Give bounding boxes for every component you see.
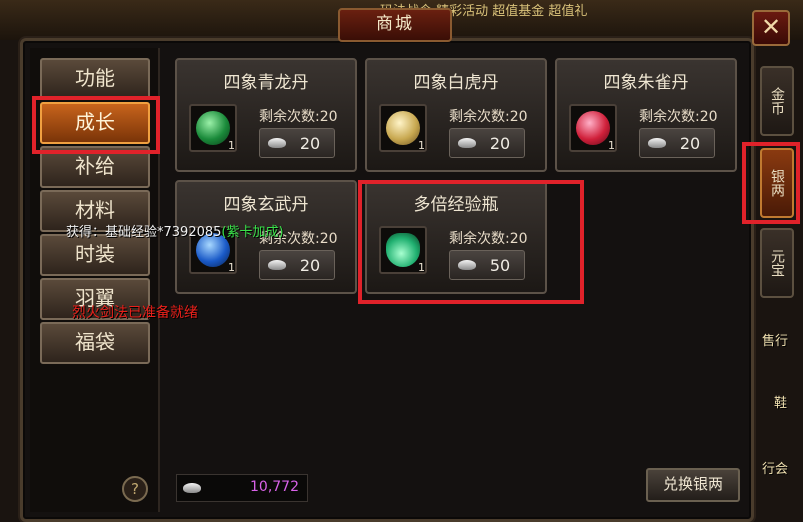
buy-button[interactable]: 20 [449,128,525,158]
currency-tab-gold[interactable]: 金币 [760,66,794,136]
item-card-vermilion-bird[interactable]: 四象朱雀丹 1 剩余次数:20 20 [555,58,737,172]
exp-gain-message: 获得：基础经验*7392085(紫卡加成) [66,221,284,240]
red-swirl-orb-icon [576,111,610,145]
silver-ingot-icon [268,260,286,270]
silver-ingot-icon [183,483,201,493]
category-button-function[interactable]: 功能 [40,58,150,100]
buy-button[interactable]: 20 [639,128,715,158]
item-quantity: 1 [228,139,235,152]
item-name: 四象青龙丹 [223,73,309,93]
item-quantity: 1 [608,139,615,152]
window-title: 商城 [338,8,452,42]
price-value: 20 [489,134,511,153]
silver-ingot-icon [648,138,666,148]
side-menu-sell[interactable]: 售行 [762,330,788,349]
side-menu-shoes[interactable]: 鞋 [774,392,787,411]
exp-gain-text: 获得：基础经验*7392085 [66,225,222,240]
buy-button[interactable]: 20 [259,128,335,158]
remaining-count: 剩余次数:20 [449,109,528,125]
item-quantity: 1 [418,139,425,152]
green-orb-icon [196,111,230,145]
side-menu-guild[interactable]: 行会 [762,458,788,477]
highlight-box-growth [32,96,160,154]
item-quantity: 1 [228,261,235,274]
item-card-white-tiger[interactable]: 四象白虎丹 1 剩余次数:20 20 [365,58,547,172]
exchange-silver-button[interactable]: 兑换银两 [646,468,740,502]
currency-tab-yuanbao[interactable]: 元宝 [760,228,794,298]
category-button-lucky-bag[interactable]: 福袋 [40,322,150,364]
silver-ingot-icon [268,138,286,148]
item-card-azure-dragon[interactable]: 四象青龙丹 1 剩余次数:20 20 [175,58,357,172]
item-slot[interactable]: 1 [569,104,617,152]
help-icon[interactable]: ? [122,476,148,502]
gold-tiger-orb-icon [386,111,420,145]
price-value: 20 [679,134,701,153]
price-value: 20 [299,256,321,275]
price-value: 20 [299,134,321,153]
remaining-count: 剩余次数:20 [259,109,338,125]
category-button-fashion[interactable]: 时装 [40,234,150,276]
close-button[interactable]: ✕ [752,10,790,46]
remaining-count: 剩余次数:20 [639,109,718,125]
balance-value: 10,772 [250,479,299,495]
skill-ready-message: 烈火剑法已准备就绪 [72,305,198,321]
silver-balance: 10,772 [176,474,308,502]
item-name: 四象玄武丹 [223,195,309,215]
item-name: 四象朱雀丹 [603,73,689,93]
highlight-box-silver-tab [742,142,800,224]
item-slot[interactable]: 1 [379,104,427,152]
highlight-box-exp-bottle [358,180,584,304]
item-name: 四象白虎丹 [413,73,499,93]
buy-button[interactable]: 20 [259,250,335,280]
purple-card-bonus-text: (紫卡加成) [221,225,284,240]
item-slot[interactable]: 1 [189,104,237,152]
silver-ingot-icon [458,138,476,148]
